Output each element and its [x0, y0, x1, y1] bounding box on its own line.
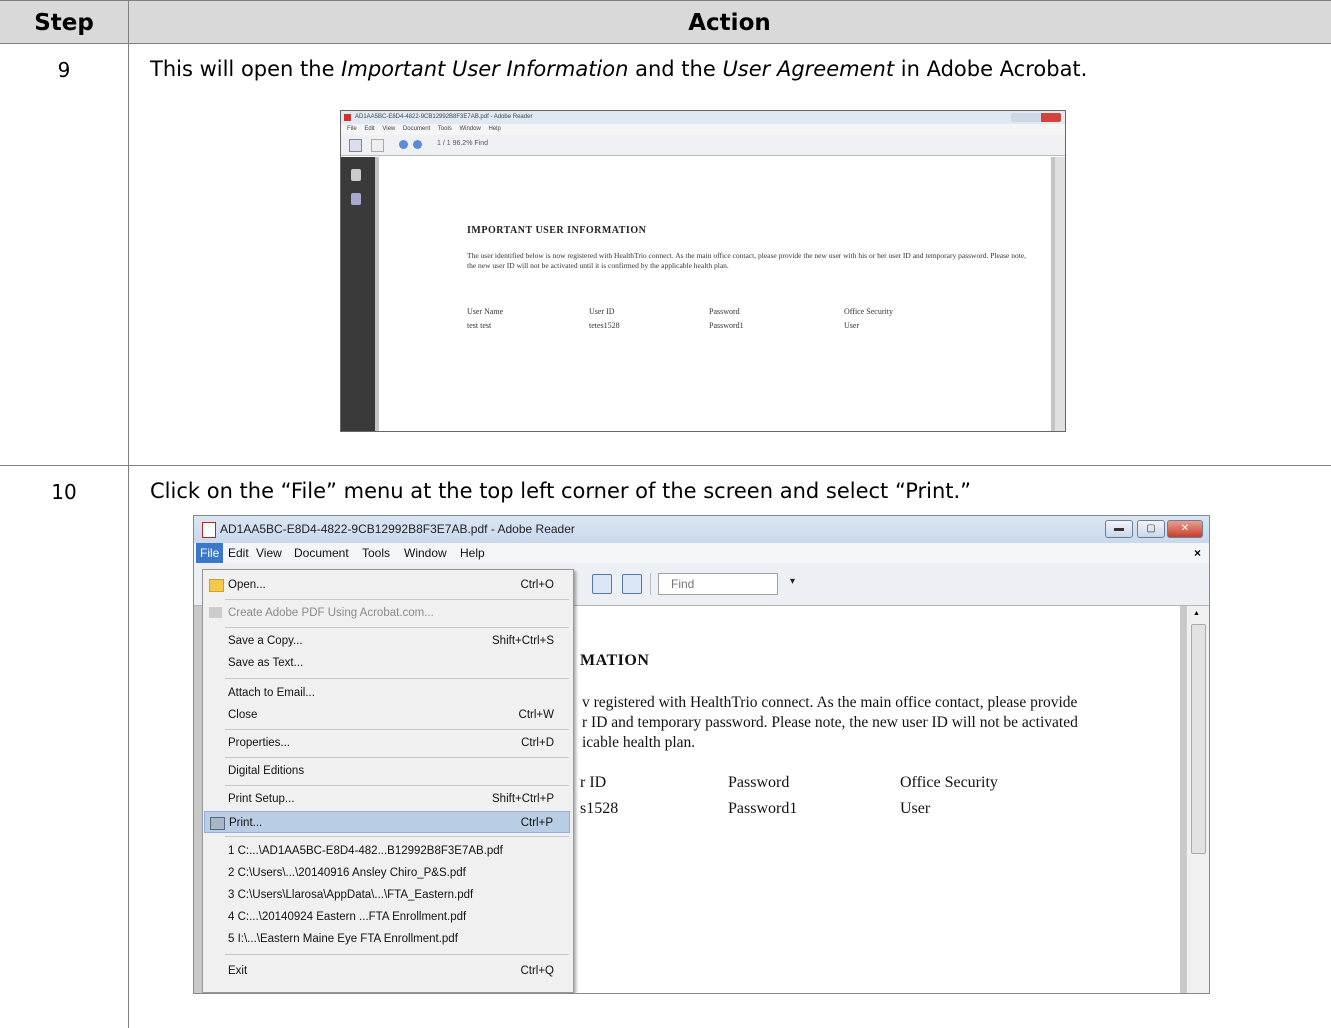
- menu-item-exit[interactable]: Exit Ctrl+Q: [204, 960, 570, 982]
- s1-heading: IMPORTANT USER INFORMATION: [467, 225, 647, 236]
- s1-sidebar: [341, 157, 375, 431]
- s2-para-line: r ID and temporary password. Please note…: [582, 714, 1078, 731]
- folder-icon: [209, 579, 224, 592]
- menu-item-recent-file[interactable]: 2 C:\Users\...\20140916 Ansley Chiro_P&S…: [204, 862, 570, 884]
- header-action: Action: [688, 10, 771, 36]
- pages-icon: [351, 169, 361, 181]
- menu-item-create-pdf[interactable]: Create Adobe PDF Using Acrobat.com...: [204, 602, 570, 624]
- table-header: Step Action: [0, 0, 1331, 44]
- menu-window[interactable]: Window: [400, 543, 451, 563]
- s2-cell-value: s1528: [580, 800, 619, 817]
- step-9-text: This will open the Important User Inform…: [150, 57, 1088, 81]
- close-icon[interactable]: ✕: [1167, 520, 1203, 538]
- s1-cell-value: User: [844, 321, 860, 330]
- menu-separator: [225, 627, 569, 628]
- s1-col-header: User ID: [589, 307, 615, 316]
- row-divider: [0, 465, 1331, 466]
- window-title: AD1AA5BC-E8D4-4822-9CB12992B8F3E7AB.pdf …: [220, 522, 575, 536]
- menu-item-recent-file[interactable]: 3 C:\Users\Llarosa\AppData\...\FTA_Easte…: [204, 884, 570, 906]
- menu-separator: [225, 729, 569, 730]
- menu-item-print-setup[interactable]: Print Setup... Shift+Ctrl+P: [204, 788, 570, 810]
- pdf-file-icon: [202, 522, 216, 538]
- s1-document-area: IMPORTANT USER INFORMATION The user iden…: [341, 157, 1065, 431]
- s1-paragraph: The user identified below is now registe…: [467, 251, 1027, 270]
- step-10-text: Click on the “File” menu at the top left…: [150, 479, 972, 503]
- s1-titlebar: AD1AA5BC-E8D4-4822-9CB12992B8F3E7AB.pdf …: [341, 111, 1065, 124]
- acrobat-com-icon: [209, 607, 222, 618]
- s2-para-line: icable health plan.: [582, 734, 696, 751]
- s1-col-header: User Name: [467, 307, 504, 316]
- fit-width-icon[interactable]: [592, 574, 612, 594]
- print-icon: [349, 139, 362, 152]
- s1-toolbar-text: 1 / 1 96.2% Find: [437, 140, 488, 147]
- step-number-10: 10: [51, 480, 77, 504]
- screenshot-adobe-reader-file-menu: AD1AA5BC-E8D4-4822-9CB12992B8F3E7AB.pdf …: [193, 515, 1210, 994]
- header-step: Step: [34, 10, 94, 36]
- minimize-icon[interactable]: ▬: [1105, 520, 1133, 538]
- s2-scrollbar[interactable]: ▲: [1186, 606, 1209, 993]
- s1-menubar: File Edit View Document Tools Window Hel…: [341, 124, 1065, 135]
- menu-item-recent-file[interactable]: 1 C:...\AD1AA5BC-E8D4-482...B12992B8F3E7…: [204, 840, 570, 862]
- s1-toolbar: 1 / 1 96.2% Find: [341, 135, 1065, 156]
- email-icon: [371, 139, 384, 152]
- maximize-icon[interactable]: ▢: [1137, 520, 1165, 538]
- menu-item-open[interactable]: Open... Ctrl+O: [204, 574, 570, 596]
- toolbar-separator: [650, 573, 651, 595]
- s2-cell-value: Password1: [728, 800, 798, 817]
- s1-cell-value: tetes1528: [589, 321, 620, 330]
- menu-view[interactable]: View: [252, 543, 286, 563]
- menu-item-attach-email[interactable]: Attach to Email...: [204, 682, 570, 704]
- menu-edit[interactable]: Edit: [224, 543, 253, 563]
- s2-col-header: Password: [728, 774, 790, 791]
- menu-document[interactable]: Document: [290, 543, 353, 563]
- menu-separator: [225, 785, 569, 786]
- s2-cell-value: User: [900, 800, 931, 817]
- menu-tools[interactable]: Tools: [358, 543, 394, 563]
- menu-item-properties[interactable]: Properties... Ctrl+D: [204, 732, 570, 754]
- menu-item-save-text[interactable]: Save as Text...: [204, 652, 570, 674]
- menu-separator: [225, 836, 569, 837]
- s1-window-buttons: [1011, 113, 1061, 122]
- s1-cell-value: test test: [467, 321, 492, 330]
- menu-item-close[interactable]: Close Ctrl+W: [204, 704, 570, 726]
- menu-item-digital-editions[interactable]: Digital Editions: [204, 760, 570, 782]
- close-document-icon[interactable]: ×: [1194, 543, 1201, 563]
- find-input[interactable]: [658, 573, 778, 595]
- s1-pdf-page: IMPORTANT USER INFORMATION The user iden…: [379, 157, 1051, 431]
- pdf-icon: [344, 114, 351, 121]
- s1-scrollbar: [1055, 157, 1065, 431]
- s2-col-header: Office Security: [900, 774, 998, 791]
- menu-item-recent-file[interactable]: 4 C:...\20140924 Eastern ...FTA Enrollme…: [204, 906, 570, 928]
- step-number-9: 9: [57, 58, 71, 82]
- s2-heading: MATION: [580, 652, 650, 669]
- s1-col-header: Office Security: [844, 307, 893, 316]
- menu-separator: [225, 757, 569, 758]
- screenshot-adobe-reader-document: AD1AA5BC-E8D4-4822-9CB12992B8F3E7AB.pdf …: [340, 110, 1066, 432]
- s2-titlebar: AD1AA5BC-E8D4-4822-9CB12992B8F3E7AB.pdf …: [194, 516, 1209, 543]
- s1-col-header: Password: [709, 307, 740, 316]
- menu-separator: [225, 954, 569, 955]
- find-dropdown-icon[interactable]: ▾: [790, 576, 795, 587]
- scroll-up-icon[interactable]: ▲: [1193, 610, 1200, 617]
- s1-cell-value: Password1: [709, 321, 744, 330]
- menu-help[interactable]: Help: [456, 543, 489, 563]
- menu-item-print[interactable]: Print... Ctrl+P: [204, 811, 570, 833]
- menu-item-recent-file[interactable]: 5 I:\...\Eastern Maine Eye FTA Enrollmen…: [204, 928, 570, 950]
- menu-item-save-copy[interactable]: Save a Copy... Shift+Ctrl+S: [204, 630, 570, 652]
- menu-file[interactable]: File: [196, 543, 224, 563]
- full-screen-icon[interactable]: [622, 574, 642, 594]
- attachments-icon: [351, 193, 361, 205]
- scrollbar-thumb[interactable]: [1191, 624, 1206, 854]
- next-page-icon: [413, 140, 422, 149]
- s2-para-line: v registered with HealthTrio connect. As…: [582, 694, 1078, 711]
- menu-separator: [225, 678, 569, 679]
- instruction-table: Step Action 9 This will open the Importa…: [0, 0, 1331, 1028]
- s2-menubar: File Edit View Document Tools Window Hel…: [194, 543, 1209, 563]
- printer-icon: [210, 817, 225, 830]
- s2-col-header: r ID: [580, 774, 607, 791]
- file-menu-dropdown: Open... Ctrl+O Create Adobe PDF Using Acr…: [202, 569, 574, 993]
- column-divider: [128, 0, 129, 1028]
- menu-separator: [225, 599, 569, 600]
- prev-page-icon: [399, 140, 408, 149]
